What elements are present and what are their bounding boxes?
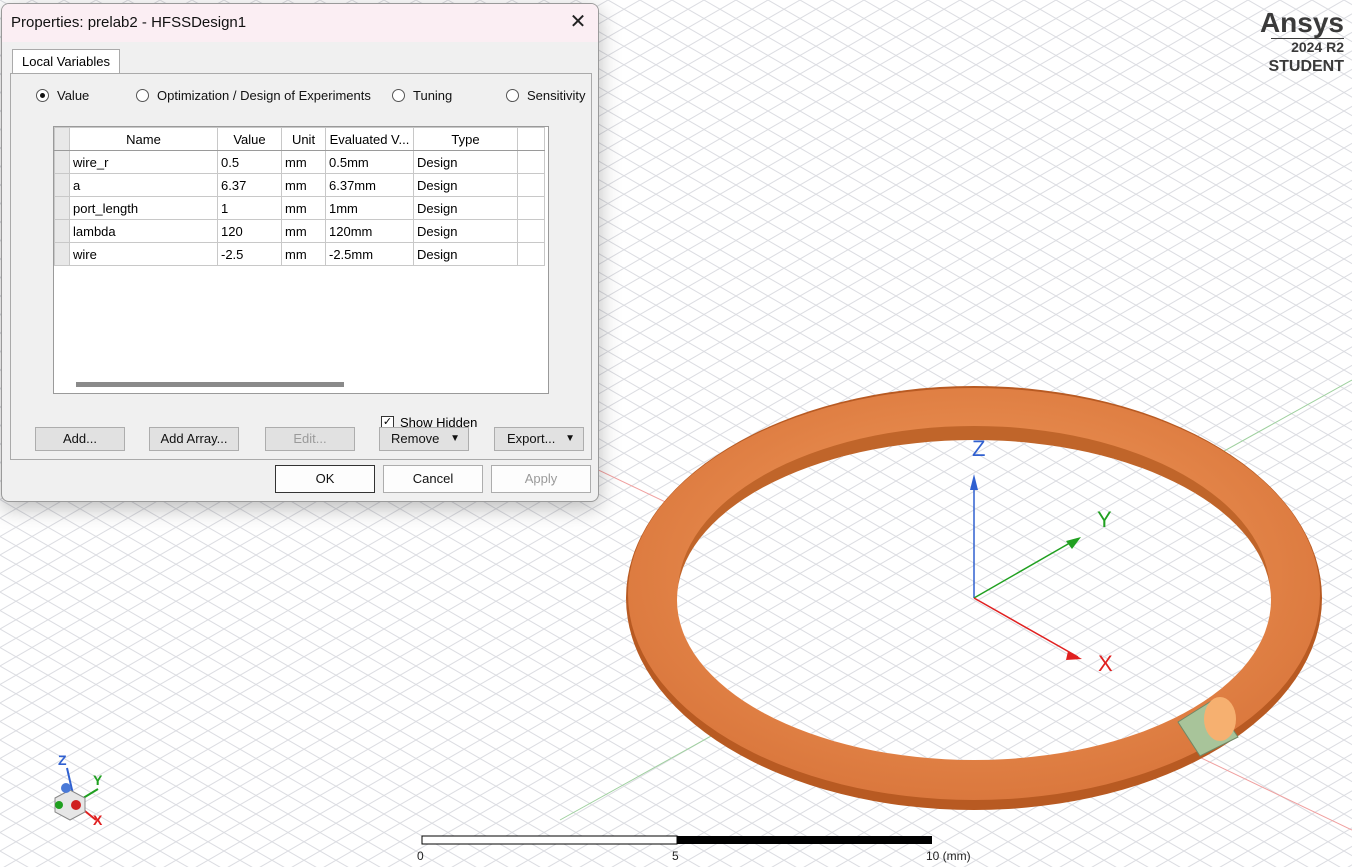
row-selector[interactable] — [54, 173, 70, 197]
table-row[interactable]: port_length 1 mm 1mm Design — [54, 196, 545, 220]
add-array-button[interactable]: Add Array... — [149, 427, 239, 451]
cell-name[interactable]: wire_r — [69, 150, 218, 174]
close-icon[interactable]: ✕ — [558, 4, 598, 42]
row-selector[interactable] — [54, 219, 70, 243]
radio-selected-icon — [36, 89, 49, 102]
cell-unit[interactable]: mm — [281, 196, 326, 220]
export-button[interactable]: Export... ▼ — [494, 427, 584, 451]
scale-label-5: 5 — [672, 849, 679, 863]
row-selector[interactable] — [54, 196, 70, 220]
ansys-brand: Ansys 2024 R2 STUDENT — [1260, 8, 1344, 77]
table-row[interactable]: a 6.37 mm 6.37mm Design — [54, 173, 545, 197]
radio-unselected-icon — [506, 89, 519, 102]
table-header-row: Name Value Unit Evaluated V... Type — [54, 127, 545, 151]
cell-unit[interactable]: mm — [281, 173, 326, 197]
radio-tuning-label: Tuning — [413, 88, 453, 103]
export-button-label: Export... — [507, 431, 556, 446]
col-header-name[interactable]: Name — [69, 127, 218, 151]
cell-filler — [517, 173, 545, 197]
col-header-unit[interactable]: Unit — [281, 127, 326, 151]
cell-evaluated: 120mm — [325, 219, 414, 243]
cell-type: Design — [413, 242, 518, 266]
cell-filler — [517, 219, 545, 243]
horizontal-scrollbar[interactable] — [76, 382, 344, 387]
y-axis-label: Y — [1097, 507, 1112, 532]
radio-unselected-icon — [136, 89, 149, 102]
remove-button-label: Remove — [391, 431, 440, 446]
tab-local-variables[interactable]: Local Variables — [12, 49, 120, 74]
cell-evaluated: 0.5mm — [325, 150, 414, 174]
cell-type: Design — [413, 150, 518, 174]
radio-optimization-label: Optimization / Design of Experiments — [157, 88, 371, 103]
local-variables-panel: Value Optimization / Design of Experimen… — [10, 73, 592, 460]
x-axis-label: X — [1098, 651, 1113, 676]
cell-type: Design — [413, 196, 518, 220]
cell-name[interactable]: port_length — [69, 196, 218, 220]
radio-sensitivity-label: Sensitivity — [527, 88, 586, 103]
col-header-value[interactable]: Value — [217, 127, 282, 151]
col-header-type[interactable]: Type — [413, 127, 518, 151]
cell-evaluated: 1mm — [325, 196, 414, 220]
add-button[interactable]: Add... — [35, 427, 125, 451]
cell-value[interactable]: 6.37 — [217, 173, 282, 197]
z-axis-label: Z — [972, 436, 986, 461]
radio-tuning[interactable]: Tuning — [392, 88, 452, 103]
table-row[interactable]: wire_r 0.5 mm 0.5mm Design — [54, 150, 545, 174]
dialog-title: Properties: prelab2 - HFSSDesign1 — [11, 14, 247, 31]
cell-unit[interactable]: mm — [281, 242, 326, 266]
triad-x-label: X — [93, 812, 103, 828]
properties-dialog: Properties: prelab2 - HFSSDesign1 ✕ Loca… — [1, 3, 599, 502]
radio-sensitivity[interactable]: Sensitivity — [506, 88, 586, 103]
scale-label-10: 10 (mm) — [926, 849, 971, 863]
brand-edition: STUDENT — [1268, 58, 1344, 75]
cell-value[interactable]: 1 — [217, 196, 282, 220]
edit-button[interactable]: Edit... — [265, 427, 355, 451]
cell-name[interactable]: lambda — [69, 219, 218, 243]
cell-filler — [517, 242, 545, 266]
table-row[interactable]: lambda 120 mm 120mm Design — [54, 219, 545, 243]
row-selector[interactable] — [54, 242, 70, 266]
row-header-corner — [54, 127, 70, 151]
remove-button[interactable]: Remove ▼ — [379, 427, 469, 451]
triad-z-label: Z — [58, 752, 67, 768]
col-header-filler — [517, 127, 545, 151]
cell-value[interactable]: 0.5 — [217, 150, 282, 174]
radio-unselected-icon — [392, 89, 405, 102]
scale-label-0: 0 — [417, 849, 424, 863]
cell-value[interactable]: -2.5 — [217, 242, 282, 266]
scale-bar — [421, 835, 932, 845]
col-header-evaluated[interactable]: Evaluated V... — [325, 127, 414, 151]
radio-value-label: Value — [57, 88, 90, 103]
triad-y-label: Y — [93, 772, 103, 788]
table-row[interactable]: wire -2.5 mm -2.5mm Design — [54, 242, 545, 266]
dialog-titlebar[interactable]: Properties: prelab2 - HFSSDesign1 ✕ — [2, 4, 598, 42]
cell-evaluated: -2.5mm — [325, 242, 414, 266]
cell-type: Design — [413, 173, 518, 197]
cell-value[interactable]: 120 — [217, 219, 282, 243]
brand-version: 2024 R2 — [1271, 38, 1344, 55]
ok-button[interactable]: OK — [275, 465, 375, 493]
cell-type: Design — [413, 219, 518, 243]
dropdown-arrow-icon: ▼ — [565, 433, 575, 444]
row-selector[interactable] — [54, 150, 70, 174]
radio-value[interactable]: Value — [36, 88, 89, 103]
dropdown-arrow-icon: ▼ — [450, 433, 460, 444]
variables-table[interactable]: Name Value Unit Evaluated V... Type wire… — [53, 126, 549, 394]
cancel-button[interactable]: Cancel — [383, 465, 483, 493]
cell-unit[interactable]: mm — [281, 219, 326, 243]
radio-optimization[interactable]: Optimization / Design of Experiments — [136, 88, 371, 103]
cell-evaluated: 6.37mm — [325, 173, 414, 197]
cell-filler — [517, 150, 545, 174]
brand-name: Ansys — [1259, 7, 1344, 38]
cell-filler — [517, 196, 545, 220]
cell-name[interactable]: wire — [69, 242, 218, 266]
cell-name[interactable]: a — [69, 173, 218, 197]
apply-button[interactable]: Apply — [491, 465, 591, 493]
cell-unit[interactable]: mm — [281, 150, 326, 174]
